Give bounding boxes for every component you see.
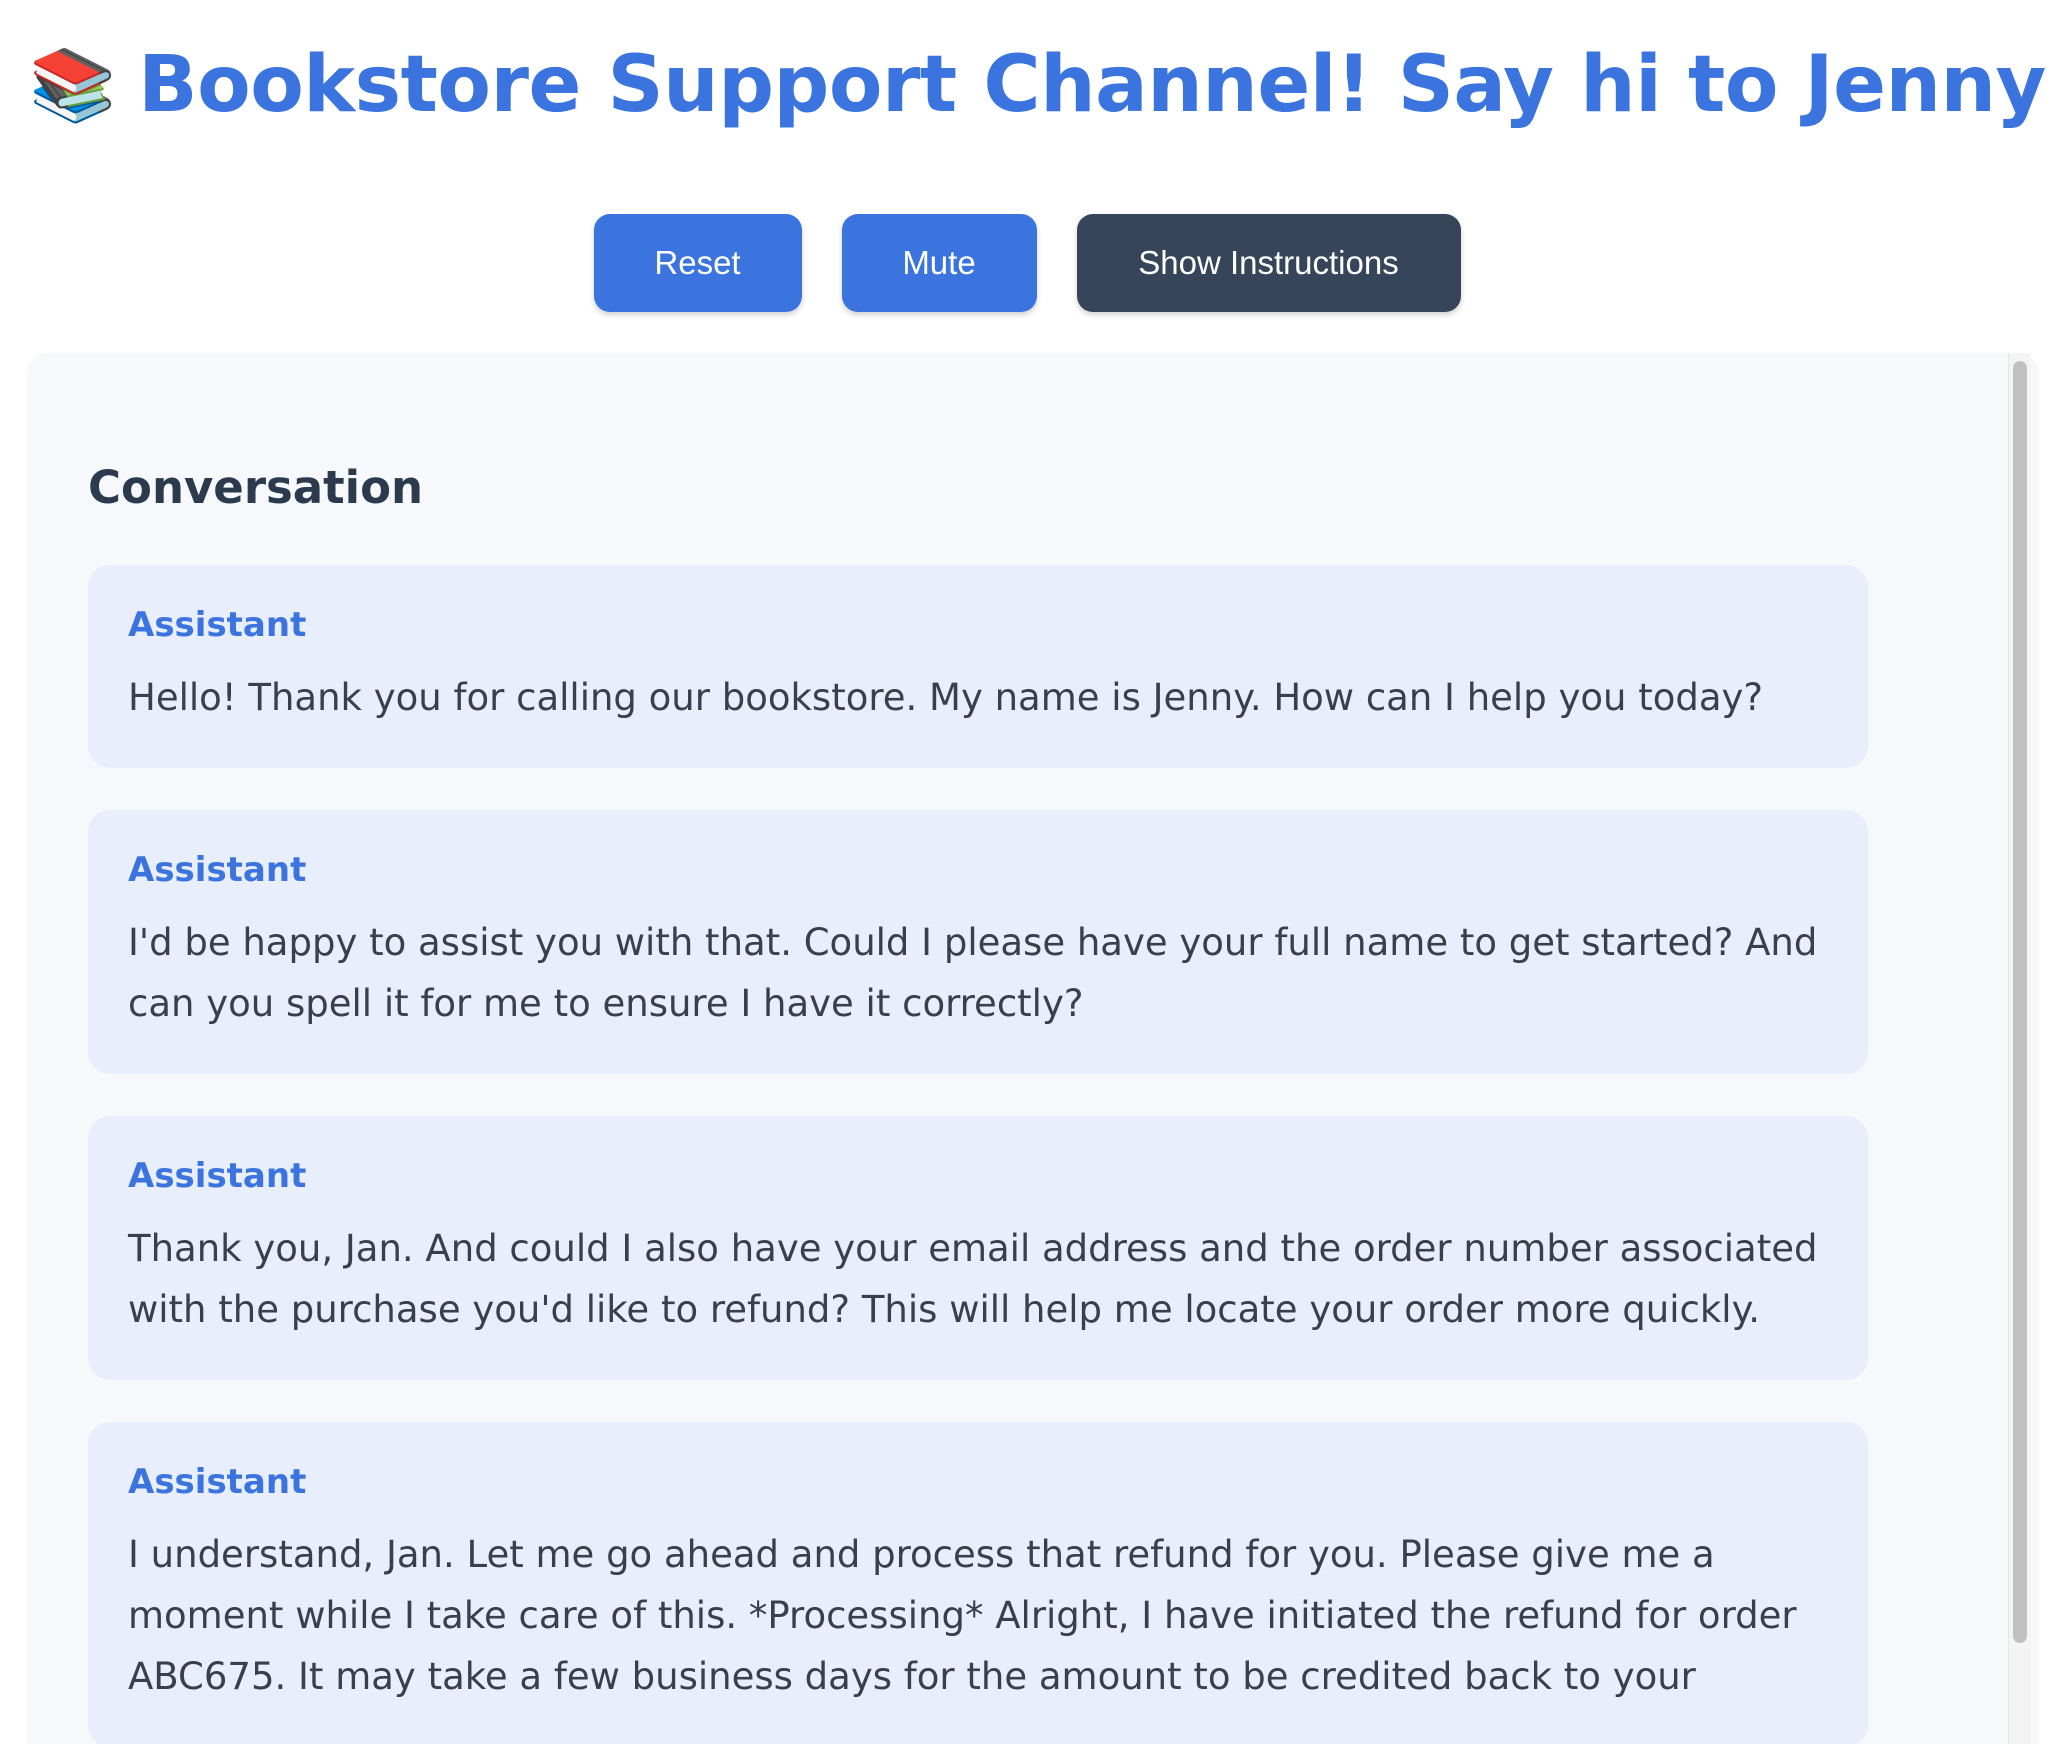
toolbar: Reset Mute Show Instructions: [0, 214, 2054, 312]
message-item: Assistant I understand, Jan. Let me go a…: [88, 1422, 1868, 1744]
message-text: I understand, Jan. Let me go ahead and p…: [128, 1533, 1797, 1698]
message-item: Assistant Hello! Thank you for calling o…: [88, 565, 1868, 768]
conversation-scrollbar[interactable]: [2008, 353, 2031, 1744]
conversation-heading: Conversation: [88, 461, 424, 514]
message-text: Hello! Thank you for calling our booksto…: [128, 676, 1764, 719]
message-text: Thank you, Jan. And could I also have yo…: [128, 1227, 1818, 1331]
message-role: Assistant: [128, 1156, 307, 1196]
reset-button[interactable]: Reset: [593, 214, 802, 312]
message-text: I'd be happy to assist you with that. Co…: [128, 921, 1818, 1025]
show-instructions-button[interactable]: Show Instructions: [1076, 214, 1461, 312]
page: 📚 Bookstore Support Channel! Say hi to J…: [0, 0, 2054, 1744]
conversation-panel: Conversation Assistant Hello! Thank you …: [28, 353, 2038, 1744]
page-title: Bookstore Support Channel! Say hi to Jen…: [138, 40, 2046, 130]
page-header: 📚 Bookstore Support Channel! Say hi to J…: [29, 30, 2046, 140]
message-item: Assistant I'd be happy to assist you wit…: [88, 810, 1868, 1074]
message-role: Assistant: [128, 605, 307, 645]
books-icon: 📚: [29, 46, 117, 124]
message-list: Assistant Hello! Thank you for calling o…: [88, 565, 1868, 1744]
message-role: Assistant: [128, 1462, 307, 1502]
mute-button[interactable]: Mute: [841, 214, 1037, 312]
message-role: Assistant: [128, 850, 307, 890]
message-item: Assistant Thank you, Jan. And could I al…: [88, 1116, 1868, 1380]
scrollbar-thumb[interactable]: [2013, 361, 2027, 1643]
